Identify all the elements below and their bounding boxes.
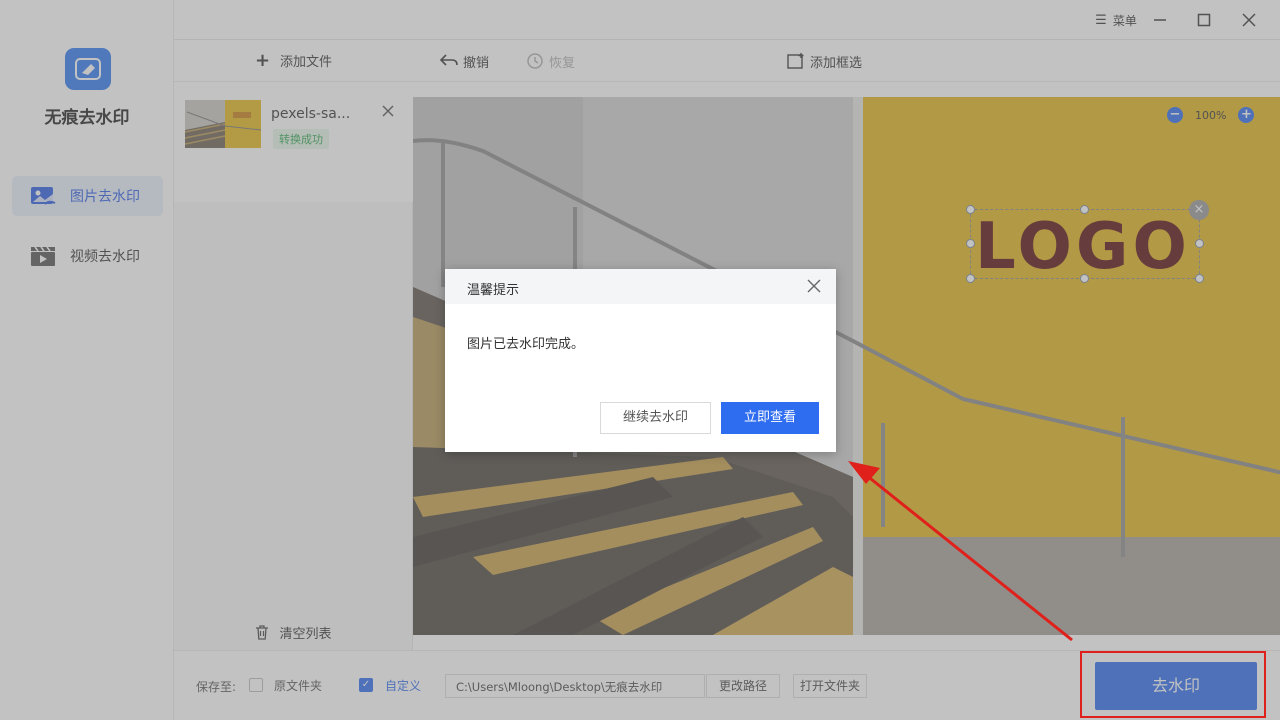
- dialog-title: 温馨提示: [467, 283, 519, 298]
- dialog-header: 温馨提示: [445, 269, 836, 304]
- close-icon: [806, 278, 822, 294]
- continue-remove-button[interactable]: 继续去水印: [600, 402, 711, 434]
- view-now-button[interactable]: 立即查看: [721, 402, 819, 434]
- dialog-close-button[interactable]: [806, 278, 822, 294]
- dialog-message: 图片已去水印完成。: [467, 333, 584, 352]
- completion-dialog: 温馨提示 图片已去水印完成。 继续去水印 立即查看: [445, 269, 836, 452]
